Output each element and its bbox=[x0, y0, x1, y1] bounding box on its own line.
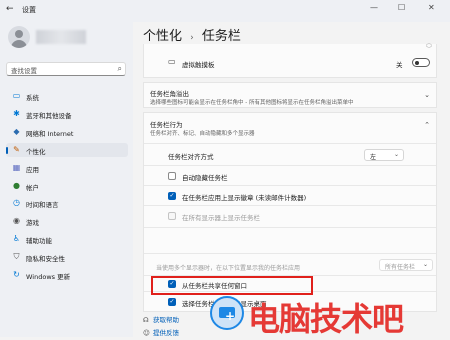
overflow-title: 任务栏角溢出 bbox=[150, 90, 189, 98]
touchpad-toggle[interactable] bbox=[412, 58, 430, 67]
divider bbox=[144, 143, 436, 144]
sidebar-item-monitor[interactable]: ▭ 系统 bbox=[6, 89, 128, 103]
sidebar-item-account[interactable]: ● 帐户 bbox=[6, 179, 128, 193]
help-icon: ☊ bbox=[143, 316, 149, 324]
sidebar-item-label: Windows 更新 bbox=[26, 273, 71, 281]
sidebar-item-wifi[interactable]: ◆ 网络和 Internet bbox=[6, 125, 128, 139]
sidebar-item-brush[interactable]: ✎ 个性化 bbox=[6, 143, 128, 157]
watermark: + 电脑技术吧 bbox=[210, 290, 450, 338]
user-name-blurred bbox=[36, 30, 86, 44]
get-help-label: 获取帮助 bbox=[153, 316, 179, 324]
alignment-label: 任务栏对齐方式 bbox=[168, 153, 214, 161]
behavior-title: 任务栏行为 bbox=[150, 121, 183, 129]
sidebar-item-label: 帐户 bbox=[26, 184, 39, 192]
divider bbox=[144, 185, 436, 186]
clock-globe-icon: ◷ bbox=[13, 198, 20, 207]
sidebar-item-update[interactable]: ↻ Windows 更新 bbox=[6, 268, 128, 282]
sidebar-item-label: 辅助功能 bbox=[26, 237, 52, 245]
back-arrow-icon[interactable]: ← bbox=[6, 4, 14, 14]
sidebar-item-controller[interactable]: ◉ 游戏 bbox=[6, 214, 128, 228]
update-icon: ↻ bbox=[13, 270, 20, 279]
multi-display-value: 所有任务栏 bbox=[385, 264, 416, 271]
brush-icon: ✎ bbox=[13, 145, 20, 154]
chevron-down-icon: ⌄ bbox=[393, 151, 399, 158]
breadcrumb: 个性化 › 任务栏 bbox=[143, 25, 241, 44]
sidebar-item-shield[interactable]: ⛉ 隐私和安全性 bbox=[6, 250, 128, 264]
feedback-icon: ☺ bbox=[143, 329, 150, 337]
sidebar-item-clock-globe[interactable]: ◷ 时间和语言 bbox=[6, 196, 128, 210]
window-title: 设置 bbox=[22, 6, 36, 14]
minimize-button[interactable]: — bbox=[370, 3, 378, 12]
checkbox-2[interactable]: ✓ bbox=[168, 192, 176, 200]
search-icon[interactable]: ⌕ bbox=[118, 64, 122, 74]
apps-icon: ▦ bbox=[12, 163, 21, 172]
title-bar: ← 设置 — ☐ ✕ bbox=[0, 0, 450, 22]
touchpad-icon: ▭ bbox=[168, 57, 176, 66]
divider bbox=[144, 165, 436, 166]
sidebar-item-label: 网络和 Internet bbox=[26, 130, 74, 138]
controller-icon: ◉ bbox=[13, 216, 20, 225]
sidebar-item-accessibility[interactable]: ♿ 辅助功能 bbox=[6, 232, 128, 246]
sidebar-item-label: 蓝牙和其他设备 bbox=[26, 112, 72, 120]
behavior-desc: 任务栏对齐、标记、自动隐藏和多个显示器 bbox=[150, 131, 255, 137]
active-indicator bbox=[6, 147, 8, 154]
chevron-down-icon: ⌄ bbox=[422, 261, 428, 268]
option-label-3: 在所有显示器上显示任务栏 bbox=[182, 214, 260, 222]
divider bbox=[144, 253, 436, 254]
checkbox-3[interactable] bbox=[168, 212, 176, 220]
computer-plus-logo: + bbox=[210, 296, 244, 330]
overflow-desc: 选择哪些图标可能会显示在任务栏角中 - 所有其他图标将显示在任务栏角溢出菜单中 bbox=[150, 100, 354, 106]
feedback-label: 提供反馈 bbox=[153, 329, 179, 337]
sidebar-item-label: 时间和语言 bbox=[26, 201, 59, 209]
divider bbox=[144, 205, 436, 206]
maximize-button[interactable]: ☐ bbox=[398, 3, 405, 12]
toggle-icon-faded: ⬭ bbox=[426, 42, 432, 50]
bluetooth-icon: ✱ bbox=[13, 109, 20, 118]
breadcrumb-parent[interactable]: 个性化 bbox=[143, 29, 182, 44]
multi-display-label: 当使用多个显示器时，在以下位置显示我的任务栏应用 bbox=[156, 265, 301, 272]
sidebar-item-apps[interactable]: ▦ 应用 bbox=[6, 161, 128, 175]
close-button[interactable]: ✕ bbox=[428, 3, 435, 12]
watermark-text: 电脑技术吧 bbox=[248, 300, 404, 338]
behavior-header[interactable]: 任务栏行为 任务栏对齐、标记、自动隐藏和多个显示器 ⌃ bbox=[144, 113, 436, 139]
touchpad-card: ⬭ ▭ 虚拟触摸板 关 bbox=[143, 42, 437, 78]
monitor-icon: ▭ bbox=[12, 91, 21, 100]
sidebar-item-label: 系统 bbox=[26, 94, 39, 102]
sidebar-item-label: 个性化 bbox=[26, 148, 46, 156]
alignment-dropdown[interactable]: 左 ⌄ bbox=[364, 149, 404, 161]
search-placeholder: 查找设置 bbox=[11, 67, 37, 75]
sidebar-item-label: 隐私和安全性 bbox=[26, 255, 65, 263]
option-label-2: 在任务栏应用上显示徽章 (未读邮件计数器) bbox=[182, 194, 307, 202]
touchpad-toggle-state: 关 bbox=[396, 61, 403, 69]
account-icon: ● bbox=[13, 181, 20, 190]
chevron-up-icon[interactable]: ⌃ bbox=[424, 121, 430, 129]
page-title: 任务栏 bbox=[201, 29, 241, 44]
accessibility-icon: ♿ bbox=[12, 234, 21, 243]
avatar[interactable] bbox=[8, 26, 30, 48]
checkbox-1[interactable] bbox=[168, 172, 176, 180]
option-label-1: 自动隐藏任务栏 bbox=[182, 174, 228, 182]
divider bbox=[144, 227, 436, 228]
breadcrumb-separator: › bbox=[190, 33, 194, 43]
chevron-down-icon[interactable]: ⌄ bbox=[424, 91, 430, 99]
sidebar-item-label: 游戏 bbox=[26, 219, 39, 227]
alignment-value: 左 bbox=[370, 154, 377, 161]
multi-display-dropdown[interactable]: 所有任务栏 ⌄ bbox=[379, 259, 433, 271]
overflow-card[interactable]: 任务栏角溢出 选择哪些图标可能会显示在任务栏角中 - 所有其他图标将显示在任务栏… bbox=[143, 82, 437, 108]
feedback-link[interactable]: ☺ 提供反馈 bbox=[143, 327, 179, 337]
shield-icon: ⛉ bbox=[13, 252, 20, 261]
wifi-icon: ◆ bbox=[13, 127, 20, 136]
checkbox-5[interactable]: ✓ bbox=[168, 298, 176, 306]
touchpad-label: 虚拟触摸板 bbox=[182, 61, 215, 69]
get-help-link[interactable]: ☊ 获取帮助 bbox=[143, 314, 179, 324]
sidebar-item-bluetooth[interactable]: ✱ 蓝牙和其他设备 bbox=[6, 107, 128, 121]
search-input[interactable]: 查找设置 ⌕ bbox=[6, 62, 126, 76]
sidebar-item-label: 应用 bbox=[26, 166, 39, 174]
